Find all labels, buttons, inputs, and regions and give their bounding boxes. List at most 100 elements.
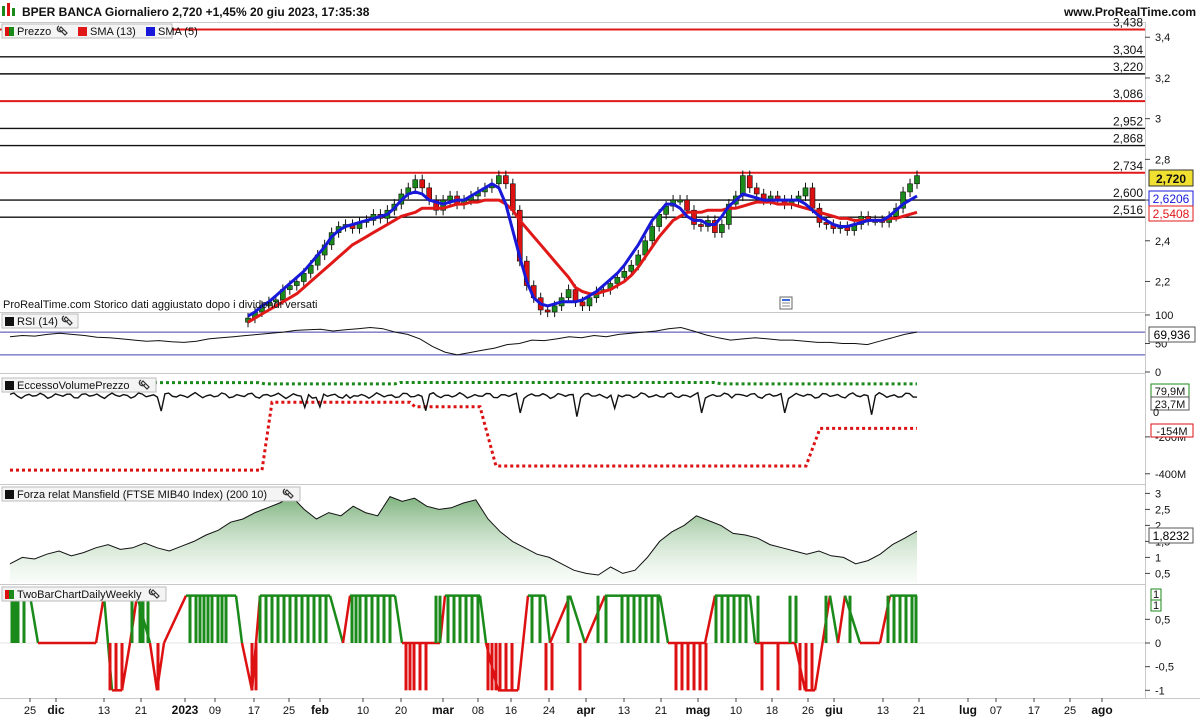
- twobar-red-bar-10: [424, 643, 428, 691]
- xtick-label-9: 10: [357, 705, 369, 717]
- candle-body-62: [677, 199, 683, 203]
- twobar-green-bar-56: [656, 595, 660, 643]
- mansfield-panel[interactable]: 32,521,510,5: [9, 488, 1170, 583]
- twobar-green-bar-43: [470, 595, 474, 643]
- twobar-green-bar-6: [141, 595, 145, 643]
- xtick-label-18: mag: [686, 703, 711, 717]
- twobar-green-bar-42: [464, 595, 468, 643]
- svg-text:2,720: 2,720: [1156, 172, 1186, 186]
- twobar-green-bar-57: [714, 595, 718, 643]
- candle-body-24: [412, 179, 419, 189]
- twobar-green-bar-14: [216, 595, 220, 643]
- candle-body-95: [907, 183, 913, 193]
- twobar-seg-32: [583, 595, 607, 644]
- twobar-green-bar-41: [458, 595, 462, 643]
- twobar-green-bar-12: [206, 595, 210, 643]
- candle-body-73: [753, 187, 760, 195]
- twobar-red-bar-28: [798, 643, 802, 691]
- twobar-red-bar-5: [254, 643, 258, 691]
- news-icon[interactable]: [779, 296, 793, 310]
- twobar-green-bar-67: [848, 595, 852, 643]
- twobar-green-bar-35: [382, 595, 386, 643]
- twobar-green-bar-38: [438, 595, 442, 643]
- xtick-label-2: 13: [98, 705, 110, 717]
- candle-body-72: [746, 175, 753, 189]
- twobar-red-bar-17: [544, 643, 548, 691]
- level-label-6: 2,734: [1113, 159, 1143, 173]
- twobar-red-bar-20: [674, 643, 678, 691]
- candle-body-43: [544, 309, 551, 313]
- twobar-green-bar-33: [370, 595, 374, 643]
- candle-body-37: [503, 175, 509, 185]
- twobar-green-bar-55: [650, 595, 654, 643]
- twobar-green-bar-8: [188, 595, 192, 643]
- twobar-green-bar-50: [620, 595, 624, 643]
- xtick-label-16: 13: [618, 705, 630, 717]
- mans-area: [10, 496, 917, 583]
- price-ytick-label-2: 3: [1155, 114, 1161, 126]
- twobar-green-bar-4: [130, 595, 134, 643]
- candle-body-25: [419, 179, 426, 189]
- twobar-green-bar-66: [824, 595, 828, 643]
- twobar-green-bar-10: [198, 595, 202, 643]
- volume-excess-panel[interactable]: -200M-400M: [9, 381, 1186, 481]
- svg-text:2,6206: 2,6206: [1153, 192, 1190, 206]
- twobar-green-bar-46: [538, 595, 542, 643]
- xtick-label-7: 25: [283, 705, 295, 717]
- current-price-tag: 2,720: [1148, 169, 1194, 187]
- twobar-seg-46: [836, 595, 847, 644]
- twobar-green-bar-72: [910, 595, 914, 643]
- twobar-green-bar-59: [726, 595, 730, 643]
- candle-body-29: [447, 195, 453, 201]
- xtick-label-22: giu: [825, 703, 843, 717]
- chart-canvas: BPER BANCA Giornaliero 2,720 +1,45% 20 g…: [0, 0, 1200, 717]
- twobar-panel[interactable]: 0,5 0 -0,5 -1: [0, 594, 1174, 698]
- twobar-red-bar-23: [692, 643, 696, 691]
- vol-excess-line: [9, 391, 918, 417]
- svg-text:-154M: -154M: [1156, 426, 1187, 438]
- twobar-green-bar-17: [258, 595, 262, 643]
- twobar-green-bar-29: [350, 595, 354, 643]
- mansfield-legend-label: Forza relat Mansfield (FTSE MIB40 Index)…: [17, 489, 267, 501]
- candle-body-53: [614, 277, 621, 284]
- svg-text:1,8232: 1,8232: [1153, 529, 1190, 543]
- candle-body-63: [684, 199, 690, 211]
- twobar-red-bar-12: [490, 643, 494, 691]
- twobar-red-bar-9: [418, 643, 422, 691]
- twobar-green-bar-37: [434, 595, 438, 643]
- rsi-panel[interactable]: 100500: [0, 310, 1173, 379]
- twobar-green-bar-15: [220, 595, 224, 643]
- twobar-green-bar-63: [756, 595, 760, 643]
- mansfield-legend[interactable]: Forza relat Mansfield (FTSE MIB40 Index)…: [1, 486, 301, 502]
- candle-body-58: [649, 226, 655, 242]
- twobar-legend[interactable]: TwoBarChartDailyWeekly: [1, 586, 167, 602]
- twobar-red-bar-25: [704, 643, 708, 691]
- twobar-red-bar-29: [804, 643, 808, 691]
- candle-body-48: [579, 301, 586, 307]
- twobar-ytick-label-0: 0,5: [1155, 614, 1170, 626]
- xtick-label-24: 21: [913, 705, 925, 717]
- xtick-label-19: 10: [730, 705, 742, 717]
- twobar-seg-20: [393, 595, 404, 644]
- x-axis: 25 dic 13 21 2023 09 17 25 feb 10 20 mar 08 16 24 apr 13…: [24, 698, 1113, 717]
- price-panel[interactable]: 3,438 3,304 3,220 3,086 2,952 2,868 2,734 2,600…: [0, 16, 1170, 328]
- rsi-value-tag: 69,936: [1148, 326, 1196, 343]
- volume-zero-label: 0: [1153, 407, 1159, 419]
- xtick-label-28: 25: [1064, 705, 1076, 717]
- svg-text:1: 1: [1153, 600, 1159, 612]
- rsi-legend[interactable]: RSI (14): [1, 313, 79, 329]
- twobar-green-bar-27: [318, 595, 322, 643]
- rsi-legend-label: RSI (14): [17, 316, 58, 328]
- candle-body-55: [628, 264, 635, 272]
- twobar-green-bar-54: [644, 595, 648, 643]
- level-label-8: 2,516: [1113, 203, 1143, 217]
- price-ytick-label-1: 3,2: [1155, 73, 1170, 85]
- price-ytick-label-3: 2,8: [1155, 154, 1170, 166]
- twobar-seg-9: [148, 642, 159, 691]
- twobar-value-tag-b: 1: [1150, 599, 1162, 612]
- price-legend[interactable]: Prezzo SMA (13) SMA (5): [1, 23, 198, 39]
- candle-body-54: [621, 270, 628, 278]
- volume-legend[interactable]: EccessoVolumePrezzo: [1, 377, 157, 393]
- svg-text:79,9M: 79,9M: [1155, 386, 1186, 398]
- mans-ytick-label-5: 0,5: [1155, 568, 1170, 580]
